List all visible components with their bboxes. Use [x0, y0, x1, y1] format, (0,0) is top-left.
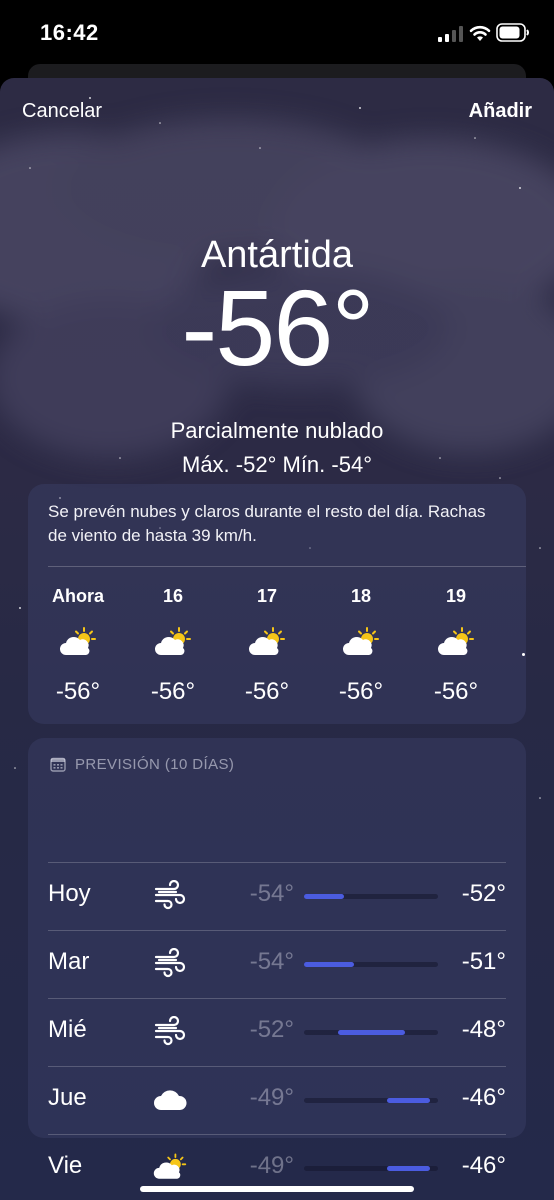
row-divider	[48, 930, 506, 931]
day-name: Vie	[48, 1152, 83, 1179]
temperature-range-bar	[304, 1098, 438, 1103]
day-high-temp: -52°	[461, 880, 506, 907]
cloud-icon	[152, 1084, 188, 1114]
partly-cloudy-icon	[58, 626, 98, 658]
wifi-icon	[469, 25, 491, 41]
forecast-header: PREVISIÓN (10 DÍAS)	[50, 756, 234, 773]
temperature-range-bar	[304, 1166, 438, 1171]
day-name: Mié	[48, 1016, 87, 1043]
partly-cloudy-icon	[436, 626, 476, 658]
temperature-range-bar	[304, 894, 438, 899]
forecast-summary: Se prevén nubes y claros durante el rest…	[48, 502, 486, 545]
row-divider	[48, 862, 506, 863]
forecast-header-label: PREVISIÓN (10 DÍAS)	[75, 756, 235, 773]
day-name: Hoy	[48, 880, 91, 907]
wind-icon	[152, 1016, 188, 1046]
hour-item: 18 -56°	[314, 586, 408, 706]
partly-cloudy-icon	[153, 626, 193, 658]
hour-label: 16	[162, 586, 184, 606]
hour-label: Ahora	[51, 586, 104, 606]
day-high-temp: -48°	[461, 1016, 506, 1043]
status-bar: 16:42	[0, 0, 554, 66]
range-fill	[387, 1166, 430, 1171]
range-fill	[304, 962, 354, 967]
hour-temperature: -56°	[338, 678, 384, 705]
high-low-temperature: Máx. -52° Mín. -54°	[182, 452, 372, 477]
hour-label: 17	[256, 586, 278, 606]
forecast-row: Hoy -54° -52°	[28, 862, 526, 930]
row-divider	[48, 998, 506, 999]
home-indicator[interactable]	[140, 1186, 414, 1192]
status-time: 16:42	[40, 20, 99, 45]
battery-icon	[496, 23, 529, 42]
current-temperature: -56°	[181, 267, 374, 388]
forecast-row: Mié -52° -48°	[28, 998, 526, 1066]
day-high-temp: -46°	[461, 1084, 506, 1111]
temperature-range-bar	[304, 962, 438, 967]
day-low-temp: -52°	[249, 1016, 294, 1043]
day-name: Mar	[48, 948, 90, 975]
range-fill	[337, 1030, 405, 1035]
day-name: Jue	[48, 1084, 87, 1111]
hour-temperature: -56°	[244, 678, 290, 705]
add-button[interactable]: Añadir	[469, 100, 532, 123]
hour-item: 16 -56°	[126, 586, 220, 706]
day-low-temp: -54°	[249, 948, 294, 975]
divider	[48, 566, 526, 567]
ten-day-forecast-card[interactable]: PREVISIÓN (10 DÍAS) Hoy -54° -52° Mar -5…	[28, 738, 526, 1138]
hour-item: 17 -56°	[220, 586, 314, 706]
day-low-temp: -49°	[249, 1084, 294, 1111]
range-fill	[304, 894, 345, 899]
hour-label: 18	[350, 586, 372, 606]
current-condition: Parcialmente nublado	[170, 418, 384, 443]
hour-item: Ahora -56°	[31, 586, 125, 706]
day-low-temp: -54°	[249, 880, 294, 907]
forecast-row: Mar -54° -51°	[28, 930, 526, 998]
hour-temperature: -56°	[150, 678, 196, 705]
partly-cloudy-icon	[341, 626, 381, 658]
cellular-signal-icon	[438, 26, 463, 42]
cancel-button[interactable]: Cancelar	[22, 100, 102, 123]
hour-label: 19	[445, 586, 467, 606]
range-fill	[387, 1098, 430, 1103]
partly-cloudy-icon	[152, 1152, 188, 1182]
hour-temperature: -56°	[55, 678, 101, 705]
partly-cloudy-icon	[247, 626, 287, 658]
hour-temperature: -56°	[433, 678, 479, 705]
forecast-row: Jue -49° -46°	[28, 1066, 526, 1134]
calendar-icon	[50, 757, 66, 772]
day-high-temp: -46°	[461, 1152, 506, 1179]
day-low-temp: -49°	[249, 1152, 294, 1179]
row-divider	[48, 1066, 506, 1067]
temperature-range-bar	[304, 1030, 438, 1035]
wind-icon	[152, 948, 188, 978]
day-high-temp: -51°	[461, 948, 506, 975]
scroll-indicator-dot	[522, 653, 525, 656]
wind-icon	[152, 880, 188, 910]
row-divider	[48, 1134, 506, 1135]
hour-item: 19 -56°	[409, 586, 503, 706]
hourly-forecast-card[interactable]: Se prevén nubes y claros durante el rest…	[28, 484, 526, 724]
